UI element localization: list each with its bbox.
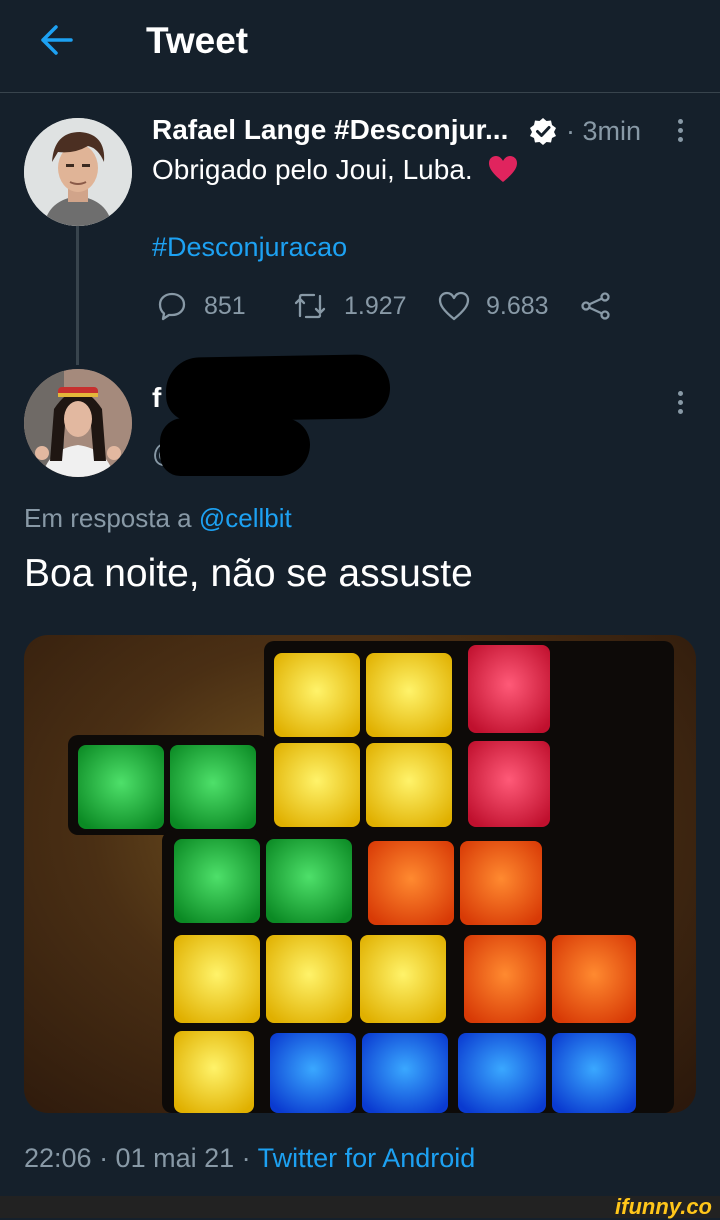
hashtag-link[interactable]: #Desconjuracao <box>152 232 347 263</box>
like-button[interactable]: 9.683 <box>438 288 549 324</box>
heart-outline-icon <box>438 291 470 321</box>
arrow-left-icon <box>41 25 73 55</box>
tweet-text: Obrigado pelo Joui, Luba. <box>152 154 518 186</box>
avatar-image <box>24 369 132 477</box>
retweet-icon <box>294 293 326 319</box>
retweet-count: 1.927 <box>344 291 407 320</box>
mention-link[interactable]: @cellbit <box>199 503 292 533</box>
tweet-text-content: Obrigado pelo Joui, Luba. <box>152 154 473 185</box>
tetris-blocks-image <box>68 641 674 1113</box>
thread-line <box>76 226 79 365</box>
top-bar: Tweet <box>0 0 720 93</box>
page-title: Tweet <box>146 20 249 61</box>
replying-to: Em resposta a @cellbit <box>24 503 292 534</box>
reply-text: Boa noite, não se assuste <box>24 552 473 595</box>
more-options-button[interactable] <box>672 116 688 146</box>
avatar-image <box>24 118 132 226</box>
reply-author-name[interactable]: f <box>152 382 161 414</box>
tweet-timestamp: 22:06 · 01 mai 21 · Twitter for Android <box>24 1143 475 1174</box>
redaction-mark <box>160 418 310 476</box>
author-name[interactable]: Rafael Lange #Desconjur... <box>152 114 508 146</box>
watermark-bar <box>0 1196 720 1218</box>
share-button[interactable] <box>580 288 628 324</box>
reply-icon <box>158 292 186 321</box>
replying-prefix: Em resposta a <box>24 503 192 533</box>
share-icon <box>581 292 610 320</box>
more-options-button[interactable] <box>672 388 688 418</box>
reply-button[interactable]: 851 <box>156 288 246 324</box>
reply-count: 851 <box>204 291 246 320</box>
red-heart-icon <box>489 156 518 182</box>
redaction-mark <box>165 354 391 422</box>
tweet-time: · 3min <box>566 116 642 146</box>
avatar[interactable] <box>24 118 132 226</box>
timestamp-text: 22:06 · 01 mai 21 · <box>24 1143 251 1173</box>
avatar[interactable] <box>24 369 132 477</box>
retweet-button[interactable]: 1.927 <box>292 288 407 324</box>
back-button[interactable] <box>36 22 76 58</box>
ifunny-watermark: ifunny.co <box>615 1194 712 1219</box>
verified-badge-icon <box>530 118 556 145</box>
source-link[interactable]: Twitter for Android <box>258 1143 476 1173</box>
tetris-lamp-photo[interactable] <box>24 635 696 1113</box>
like-count: 9.683 <box>486 291 549 320</box>
